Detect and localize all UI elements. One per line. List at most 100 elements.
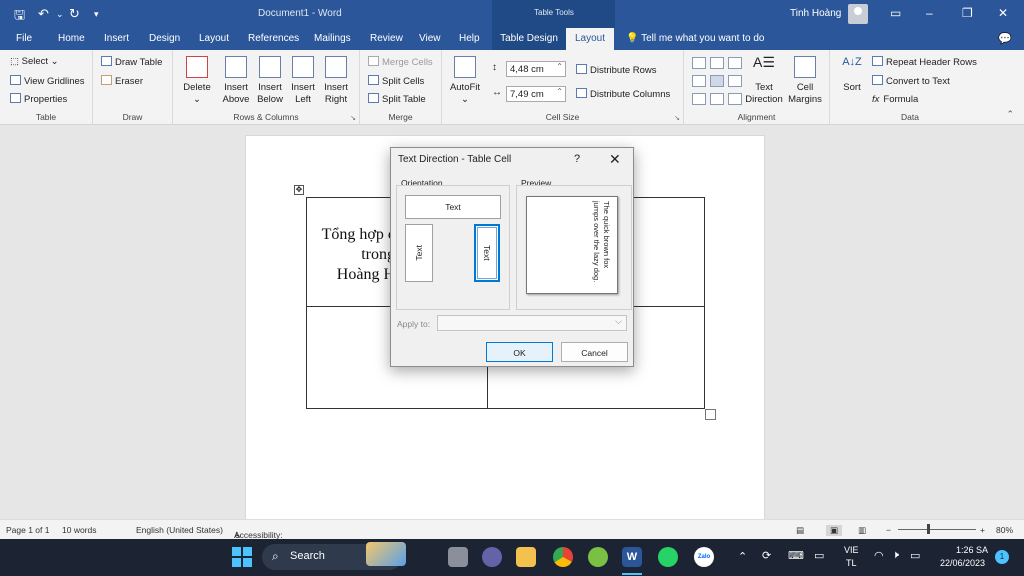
word-count[interactable]: 10 words [62, 525, 97, 535]
keyboard-icon[interactable]: ⌨ [788, 549, 804, 562]
task-view-icon[interactable] [448, 547, 468, 567]
avatar[interactable] [848, 4, 868, 24]
language-status[interactable]: English (United States) [136, 525, 223, 535]
tab-home[interactable]: Home [58, 33, 85, 44]
align-center-icon[interactable] [710, 75, 724, 87]
view-gridlines-button[interactable]: View Gridlines [10, 75, 85, 87]
align-center-left-icon[interactable] [692, 75, 706, 87]
distribute-columns-button[interactable]: Distribute Columns [576, 88, 670, 100]
show-hidden-icons-icon[interactable]: ⌃ [738, 550, 747, 563]
merge-cells-button[interactable]: Merge Cells [368, 56, 433, 68]
whatsapp-icon[interactable] [658, 547, 678, 567]
collapse-ribbon-icon[interactable]: ⌃ [1006, 109, 1014, 120]
row-height-input[interactable]: 4,48 cm [506, 61, 566, 77]
insert-right-button[interactable]: Insert Right [321, 56, 351, 106]
zoom-out-icon[interactable]: − [886, 525, 891, 535]
align-bottom-right-icon[interactable] [728, 93, 742, 105]
convert-to-text-button[interactable]: Convert to Text [872, 75, 950, 87]
zoom-in-icon[interactable]: + [980, 525, 985, 535]
align-top-left-icon[interactable] [692, 57, 706, 69]
text-direction-button[interactable]: A☰ Text Direction [744, 55, 784, 106]
eraser-button[interactable]: Eraser [101, 75, 143, 87]
align-top-right-icon[interactable] [728, 57, 742, 69]
teams-chat-icon[interactable] [482, 547, 502, 567]
tell-me-search[interactable]: 💡 Tell me what you want to do [626, 33, 764, 44]
restore-button[interactable]: ❐ [962, 6, 973, 20]
table-move-handle-icon[interactable]: ✥ [294, 185, 304, 195]
undo-dropdown-icon[interactable]: ⌄ [56, 9, 64, 20]
help-button[interactable]: ? [574, 153, 580, 165]
sort-button[interactable]: A↓Z Sort [838, 56, 866, 94]
notification-badge[interactable]: 1 [995, 550, 1009, 564]
select-button[interactable]: ⬚ Select ⌄ [10, 56, 59, 67]
zoom-slider[interactable] [898, 529, 976, 530]
sync-icon[interactable]: ⟳ [762, 549, 771, 562]
cancel-button[interactable]: Cancel [561, 342, 628, 362]
customize-qat-icon[interactable]: ▾ [94, 9, 99, 20]
display-icon[interactable]: ▭ [814, 549, 824, 562]
print-layout-icon[interactable]: ▣ [826, 525, 843, 536]
chrome-icon[interactable] [553, 547, 573, 567]
tab-file[interactable]: File [16, 33, 32, 44]
align-bottom-left-icon[interactable] [692, 93, 706, 105]
orientation-rotate-down-button[interactable]: Text [474, 224, 500, 282]
volume-muted-icon[interactable]: 🕨 [892, 549, 899, 562]
tab-mailings[interactable]: Mailings [314, 33, 351, 44]
clock-date[interactable]: 22/06/2023 [940, 558, 985, 568]
taskbar-search[interactable]: ⌕ Search [262, 542, 406, 570]
windows-start-icon[interactable] [232, 547, 252, 567]
align-top-center-icon[interactable] [710, 57, 724, 69]
tab-insert[interactable]: Insert [104, 33, 129, 44]
table-cell-text[interactable]: Tổng hợp c trong Hoàng H [306, 225, 395, 285]
wifi-icon[interactable]: ◠ [874, 549, 884, 562]
autofit-button[interactable]: AutoFit ⌄ [448, 56, 482, 106]
delete-button[interactable]: Delete ⌄ [181, 56, 213, 106]
language-indicator-bottom[interactable]: TL [846, 558, 857, 568]
undo-icon[interactable]: ↶ [38, 6, 49, 22]
app-icon[interactable] [588, 547, 608, 567]
tab-view[interactable]: View [419, 33, 441, 44]
tab-layout-page[interactable]: Layout [199, 33, 229, 44]
orientation-horizontal-button[interactable]: Text [405, 195, 501, 219]
clock-time[interactable]: 1:26 SA [956, 545, 988, 555]
save-icon[interactable]: 🖫 [14, 6, 25, 28]
properties-button[interactable]: Properties [10, 93, 67, 105]
cell-margins-button[interactable]: Cell Margins [786, 56, 824, 106]
zoom-slider-thumb[interactable] [927, 524, 930, 534]
repeat-header-rows-button[interactable]: Repeat Header Rows [872, 56, 977, 68]
align-center-right-icon[interactable] [728, 75, 742, 87]
split-cells-button[interactable]: Split Cells [368, 75, 424, 87]
dialog-launcher-icon[interactable]: ↘ [674, 114, 680, 122]
distribute-rows-button[interactable]: Distribute Rows [576, 64, 657, 76]
tab-layout-table[interactable]: Layout [566, 28, 614, 50]
insert-below-button[interactable]: Insert Below [255, 56, 285, 106]
apply-to-select[interactable] [437, 315, 627, 331]
tab-table-design[interactable]: Table Design [492, 28, 566, 50]
read-mode-icon[interactable]: ▤ [796, 525, 804, 536]
dialog-launcher-icon[interactable]: ↘ [350, 114, 356, 122]
redo-icon[interactable]: ↻ [69, 6, 80, 22]
tab-review[interactable]: Review [370, 33, 403, 44]
page-count[interactable]: Page 1 of 1 [6, 525, 49, 535]
formula-button[interactable]: fx Formula [872, 94, 918, 105]
align-bottom-center-icon[interactable] [710, 93, 724, 105]
tab-references[interactable]: References [248, 33, 299, 44]
table-resize-handle[interactable] [705, 409, 716, 420]
ok-button[interactable]: OK [486, 342, 553, 362]
insert-above-button[interactable]: Insert Above [221, 56, 251, 106]
split-table-button[interactable]: Split Table [368, 93, 426, 105]
tab-design[interactable]: Design [149, 33, 180, 44]
tab-help[interactable]: Help [459, 33, 480, 44]
draw-table-button[interactable]: Draw Table [101, 56, 162, 68]
zoom-level[interactable]: 80% [996, 525, 1013, 535]
close-button[interactable]: ✕ [998, 6, 1008, 20]
orientation-rotate-up-button[interactable]: Text [405, 224, 433, 282]
insert-left-button[interactable]: Insert Left [288, 56, 318, 106]
word-icon[interactable]: W [622, 547, 642, 567]
column-width-input[interactable]: 7,49 cm [506, 86, 566, 102]
dialog-close-button[interactable]: ✕ [609, 151, 621, 168]
language-indicator-top[interactable]: VIE [844, 545, 859, 555]
ribbon-display-icon[interactable]: ▭ [890, 6, 901, 20]
user-name[interactable]: Tinh Hoàng [790, 8, 841, 19]
comments-icon[interactable]: 💬 [998, 32, 1012, 45]
